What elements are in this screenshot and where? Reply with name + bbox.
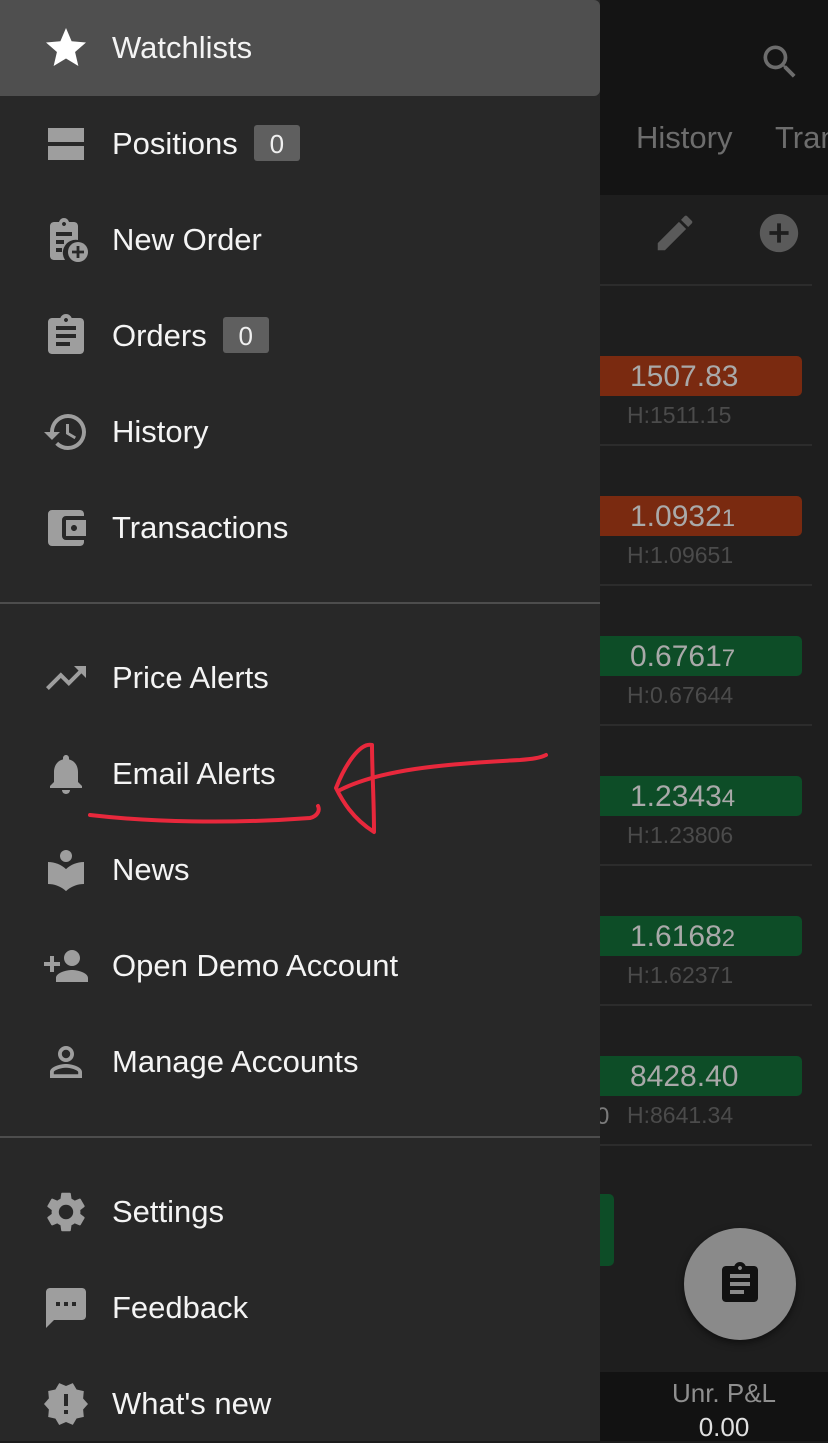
feedback-icon	[42, 1284, 90, 1332]
gear-icon	[42, 1188, 90, 1236]
bell-icon	[42, 750, 90, 798]
bid-price[interactable]: 1.09321	[600, 496, 802, 536]
drawer-item-label: Settings	[112, 1194, 225, 1229]
drawer-item-label: Price Alerts	[112, 660, 269, 695]
trending-up-icon	[42, 654, 90, 702]
edit-icon[interactable]	[652, 210, 698, 256]
quote-row[interactable]: 1507.83 H:1511.15	[600, 356, 812, 428]
high-value: H:1.23806	[627, 822, 734, 848]
add-person-icon	[42, 942, 90, 990]
drawer-item-label: Email Alerts	[112, 756, 276, 791]
quote-row[interactable]: 8428.40 H:8641.34	[600, 1056, 812, 1128]
drawer-item-label: New Order	[112, 222, 262, 257]
star-icon	[42, 24, 90, 72]
bottom-summary: Unr. P&L 0.00	[600, 1372, 828, 1442]
unrealized-pnl-label: Unr. P&L	[671, 1378, 777, 1408]
drawer-item-news[interactable]: News	[0, 822, 600, 918]
drawer-item-label: Open Demo Account	[112, 948, 399, 983]
bid-price[interactable]: 1.23434	[600, 776, 802, 816]
high-value: H:1511.15	[627, 402, 732, 428]
drawer-item-label: Positions	[112, 126, 238, 161]
drawer-item-label: History	[112, 414, 209, 449]
unrealized-pnl-value: 0.00	[698, 1412, 750, 1442]
partial-button[interactable]	[598, 1194, 614, 1266]
quote-row[interactable]: 1.23434 H:1.23806	[600, 776, 812, 848]
tab-transactions[interactable]: Tran	[775, 120, 828, 156]
count-badge: 0	[253, 124, 300, 161]
drawer-item-label: Feedback	[112, 1290, 249, 1325]
history-icon	[42, 408, 90, 456]
high-value: H:0.67644	[627, 682, 734, 708]
drawer-item-transactions[interactable]: Transactions	[0, 480, 600, 576]
wallet-icon	[42, 504, 90, 552]
drawer-item-price-alerts[interactable]: Price Alerts	[0, 630, 600, 726]
orders-icon	[42, 312, 90, 360]
drawer-item-orders[interactable]: Orders 0	[0, 288, 600, 384]
new-releases-icon	[42, 1380, 90, 1428]
drawer-divider	[0, 1136, 600, 1138]
add-circle-icon[interactable]	[756, 210, 802, 256]
bid-price[interactable]: 1.61682	[600, 916, 802, 956]
drawer-item-email-alerts[interactable]: Email Alerts	[0, 726, 600, 822]
drawer-item-history[interactable]: History	[0, 384, 600, 480]
drawer-divider	[0, 602, 600, 604]
drawer-item-label: News	[112, 852, 190, 887]
person-icon	[42, 1038, 90, 1086]
positions-icon	[42, 120, 90, 168]
bid-price[interactable]: 8428.40	[600, 1056, 802, 1096]
drawer-item-label: Transactions	[112, 510, 289, 545]
drawer-item-whats-new[interactable]: What's new	[0, 1356, 600, 1441]
drawer-item-settings[interactable]: Settings	[0, 1164, 600, 1260]
new-order-icon	[42, 216, 90, 264]
drawer-item-label: What's new	[112, 1386, 272, 1421]
navigation-drawer: Watchlists Positions 0 New Order Orders 0 …	[0, 0, 600, 1441]
drawer-item-open-demo-account[interactable]: Open Demo Account	[0, 918, 600, 1014]
high-value: H:1.62371	[627, 962, 734, 988]
clipboard-icon	[722, 1262, 758, 1302]
search-icon[interactable]	[758, 40, 802, 84]
news-icon	[42, 846, 90, 894]
orders-fab[interactable]	[684, 1228, 796, 1340]
drawer-item-manage-accounts[interactable]: Manage Accounts	[0, 1014, 600, 1110]
drawer-item-feedback[interactable]: Feedback	[0, 1260, 600, 1356]
tab-history[interactable]: History	[636, 120, 732, 156]
high-value: H:1.09651	[627, 542, 734, 568]
drawer-item-new-order[interactable]: New Order	[0, 192, 600, 288]
drawer-item-label: Manage Accounts	[112, 1044, 359, 1079]
quote-row[interactable]: 0.67617 H:0.67644	[600, 636, 812, 708]
drawer-item-label: Watchlists	[112, 30, 253, 65]
quote-row[interactable]: 1.61682 H:1.62371	[600, 916, 812, 988]
count-badge: 0	[222, 316, 269, 353]
drawer-item-label: Orders	[112, 318, 207, 353]
bid-price[interactable]: 1507.83	[600, 356, 802, 396]
drawer-item-watchlists[interactable]: Watchlists	[0, 0, 600, 96]
high-value: H:8641.34	[627, 1102, 734, 1128]
drawer-item-positions[interactable]: Positions 0	[0, 96, 600, 192]
quote-row[interactable]: 1.09321 H:1.09651	[600, 496, 812, 568]
bid-price[interactable]: 0.67617	[600, 636, 802, 676]
